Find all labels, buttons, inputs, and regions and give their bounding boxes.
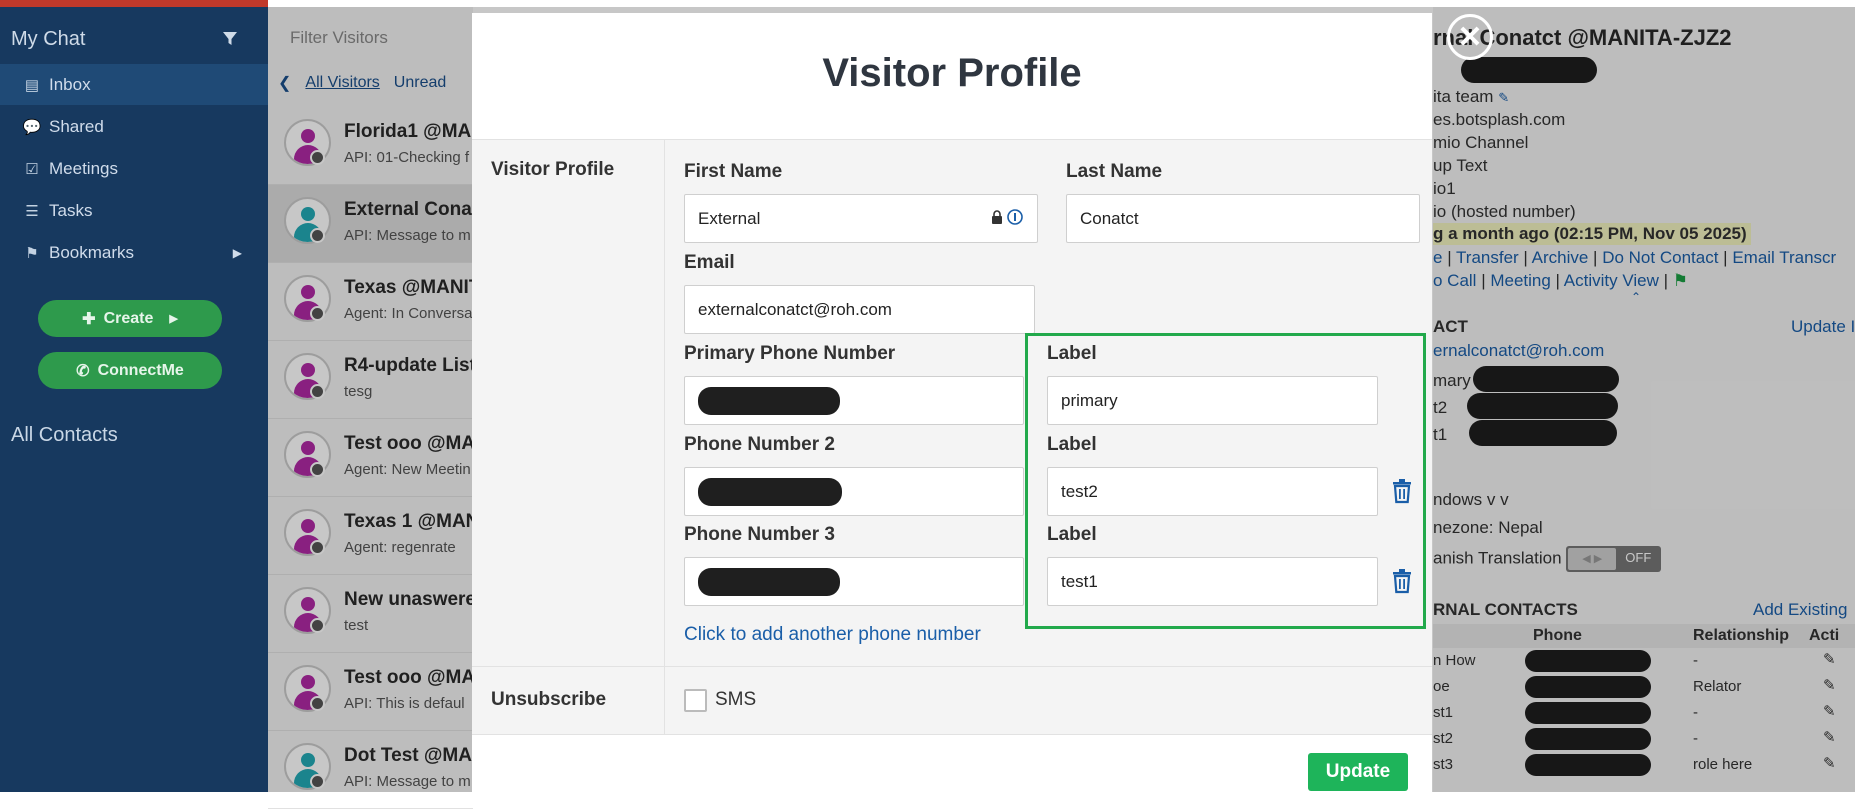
first-name-input[interactable]: External — [684, 194, 1038, 243]
chat-bubbles-icon: 💬 — [22, 118, 42, 136]
calendar-icon: ☑ — [25, 160, 39, 178]
filter-icon[interactable] — [222, 31, 238, 47]
phone3-label: Phone Number 3 — [684, 524, 835, 545]
unsubscribe-label: Unsubscribe — [491, 689, 607, 710]
create-button[interactable]: ✚ Create ▶ — [38, 300, 222, 337]
redacted-phone — [698, 567, 840, 596]
bookmark-icon: ⚑ — [25, 244, 39, 262]
sidebar-item-meetings[interactable]: ☑ Meetings — [0, 148, 268, 189]
phone2-input[interactable] — [684, 467, 1024, 516]
label-title: Label — [1047, 434, 1097, 455]
caret-right-icon: ▶ — [169, 313, 178, 325]
section-divider — [664, 667, 665, 734]
label-title: Label — [1047, 524, 1097, 545]
primary-phone-label: Primary Phone Number — [684, 343, 896, 364]
plus-icon: ✚ — [82, 310, 96, 328]
primary-phone-input[interactable] — [684, 376, 1024, 425]
first-name-label: First Name — [684, 161, 783, 182]
all-contacts-link[interactable]: All Contacts — [11, 424, 118, 447]
connectme-button[interactable]: ✆ ConnectMe — [38, 352, 222, 389]
section-divider — [664, 140, 665, 666]
phone2-label: Phone Number 2 — [684, 434, 835, 455]
sidebar-item-shared[interactable]: 💬 Shared — [0, 106, 268, 147]
sms-label: SMS — [715, 689, 757, 710]
last-name-input[interactable]: Conatct — [1066, 194, 1420, 243]
phone3-input[interactable] — [684, 557, 1024, 606]
add-phone-link[interactable]: Click to add another phone number — [684, 624, 981, 646]
modal-title: Visitor Profile — [822, 51, 1082, 95]
password-manager-icons[interactable] — [989, 209, 1023, 225]
visitor-profile-modal: Visitor Profile Visitor Profile First Na… — [472, 13, 1432, 792]
sidebar-item-tasks[interactable]: ☰ Tasks — [0, 190, 268, 231]
close-icon[interactable]: ✕ — [1447, 14, 1493, 60]
update-button[interactable]: Update — [1308, 753, 1408, 791]
label-input-phone3[interactable]: test1 — [1047, 557, 1378, 606]
section-visitor-profile: Visitor Profile — [491, 159, 615, 180]
label-title: Label — [1047, 343, 1097, 364]
sidebar-title: My Chat — [11, 27, 86, 50]
trash-icon[interactable] — [1390, 478, 1414, 504]
sidebar-item-inbox[interactable]: ▤ Inbox — [0, 64, 268, 105]
email-label: Email — [684, 252, 735, 273]
lock-icon — [992, 210, 1002, 224]
unsubscribe-row: Unsubscribe SMS — [472, 667, 1432, 735]
email-input[interactable]: externalconatct@roh.com — [684, 285, 1035, 334]
inbox-icon: ▤ — [24, 76, 40, 94]
redacted-phone — [698, 386, 840, 415]
sms-checkbox[interactable] — [684, 689, 707, 712]
info-icon — [1007, 209, 1023, 225]
sidebar-header: My Chat — [0, 16, 268, 62]
trash-icon[interactable] — [1390, 568, 1414, 594]
redacted-phone — [698, 477, 842, 506]
top-accent-bar — [0, 0, 268, 7]
phone-icon: ✆ — [76, 362, 90, 380]
label-input-phone2[interactable]: test2 — [1047, 467, 1378, 516]
list-icon: ☰ — [25, 202, 39, 220]
caret-right-icon: ▶ — [232, 245, 242, 260]
last-name-label: Last Name — [1066, 161, 1163, 182]
sidebar-item-bookmarks[interactable]: ⚑ Bookmarks ▶ — [0, 232, 268, 273]
label-input-primary[interactable]: primary — [1047, 376, 1378, 425]
